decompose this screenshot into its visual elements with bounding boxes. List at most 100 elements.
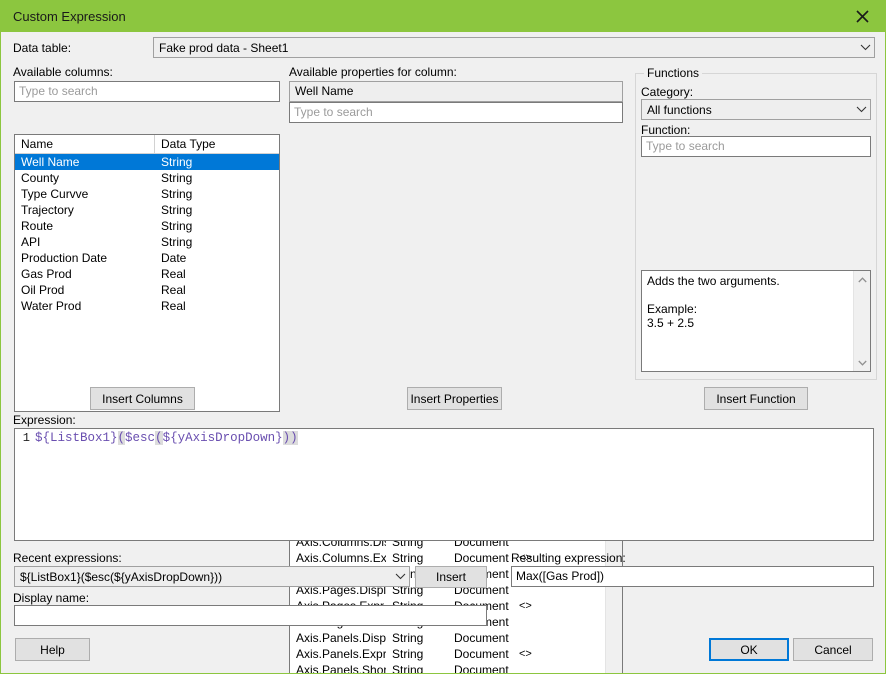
property-name-cell: Axis.Panels.Shor... — [296, 663, 386, 674]
title-bar: Custom Expression — [1, 0, 885, 32]
column-datatype-cell: String — [161, 187, 193, 201]
description-vertical-scrollbar[interactable] — [853, 271, 870, 371]
data-table-combo[interactable]: Fake prod data - Sheet1 — [153, 37, 875, 58]
category-value: All functions — [647, 102, 712, 117]
expression-segment: ( — [155, 431, 163, 445]
property-name-cell: Axis.Panels.Expr... — [296, 647, 386, 661]
expression-segment: ) — [290, 431, 298, 445]
available-columns-list[interactable]: Name Data Type Well Name String County Stri… — [14, 134, 280, 412]
column-name-cell: County — [21, 171, 60, 185]
columns-rows-container: Well Name String County String Type Curvve St… — [15, 154, 279, 314]
scroll-down-icon[interactable] — [854, 354, 871, 371]
table-row[interactable]: Water Prod Real — [15, 298, 279, 314]
column-name-cell: Type Curvve — [21, 187, 89, 201]
help-button[interactable]: Help — [15, 638, 90, 661]
close-glyph — [855, 9, 869, 23]
function-label: Function: — [641, 123, 691, 137]
property-value-cell — [513, 614, 605, 630]
column-name-cell: Route — [21, 219, 54, 233]
column-name-cell: Production Date — [21, 251, 108, 265]
category-label: Category: — [641, 85, 694, 99]
chevron-down-icon — [852, 100, 870, 119]
custom-expression-dialog: Custom Expression Data table: Fake prod … — [0, 0, 886, 674]
resulting-expression-label: Resulting expression: — [511, 551, 626, 565]
insert-properties-button[interactable]: Insert Properties — [407, 387, 502, 410]
expression-segment: $esc — [125, 431, 156, 445]
table-row[interactable]: Type Curvve String — [15, 186, 279, 202]
display-name-label: Display name: — [13, 591, 90, 605]
ok-button[interactable]: OK — [709, 638, 789, 661]
columns-header-name[interactable]: Name — [15, 135, 155, 153]
property-value-cell: <> — [519, 600, 532, 612]
table-row[interactable]: Route String — [15, 218, 279, 234]
property-value-cell — [513, 662, 605, 673]
scroll-up-icon[interactable] — [854, 271, 871, 288]
functions-group-label: Functions — [644, 66, 703, 80]
expression-editor[interactable]: 1 ${ListBox1}($esc(${yAxisDropDown})) — [14, 428, 874, 541]
property-scope-cell: Document — [454, 551, 509, 565]
column-datatype-cell: Date — [161, 251, 187, 265]
property-scope-cell: Document — [454, 663, 509, 674]
property-scope-cell: Document — [454, 647, 509, 661]
window-title: Custom Expression — [13, 8, 126, 24]
column-datatype-cell: Real — [161, 267, 186, 281]
table-row[interactable]: Trajectory String — [15, 202, 279, 218]
resulting-expression-value: Max([Gas Prod]) — [511, 566, 874, 587]
expression-segment: ( — [117, 431, 126, 445]
cancel-button[interactable]: Cancel — [793, 638, 873, 661]
table-row[interactable]: Well Name String — [15, 154, 279, 170]
column-datatype-cell: Real — [161, 299, 186, 313]
available-columns-label: Available columns: — [13, 65, 113, 79]
table-row[interactable]: Gas Prod Real — [15, 266, 279, 282]
column-name-cell: Well Name — [21, 155, 80, 169]
property-datatype-cell: String — [392, 647, 424, 661]
recent-expressions-label: Recent expressions: — [13, 551, 122, 565]
column-name-cell: Water Prod — [21, 299, 82, 313]
close-icon[interactable] — [839, 0, 885, 32]
category-combo[interactable]: All functions — [641, 99, 871, 120]
properties-column-value: Well Name — [289, 81, 623, 102]
chevron-down-icon — [856, 38, 874, 57]
recent-expressions-combo[interactable]: ${ListBox1}($esc(${yAxisDropDown})) — [14, 566, 410, 587]
column-datatype-cell: Real — [161, 283, 186, 297]
column-datatype-cell: String — [161, 235, 193, 249]
column-name-cell: Oil Prod — [21, 283, 65, 297]
column-datatype-cell: String — [161, 171, 193, 185]
insert-recent-expression-button[interactable]: Insert — [415, 566, 487, 588]
column-datatype-cell: String — [161, 203, 193, 217]
table-row[interactable]: Axis.Panels.Expr... String Document <> — [290, 646, 622, 662]
columns-search-input[interactable]: Type to search — [14, 81, 280, 102]
properties-search-input[interactable]: Type to search — [289, 102, 623, 123]
data-table-label: Data table: — [13, 41, 72, 55]
expression-segment: ${yAxisDropDown} — [162, 431, 283, 445]
insert-columns-button[interactable]: Insert Columns — [90, 387, 195, 410]
property-datatype-cell: String — [392, 631, 424, 645]
description-scroll-track[interactable] — [854, 288, 871, 354]
expression-text: ${ListBox1}($esc(${yAxisDropDown})) — [35, 431, 298, 445]
table-row[interactable]: API String — [15, 234, 279, 250]
display-name-input[interactable] — [14, 605, 487, 626]
function-description-text: Adds the two arguments. Example: 3.5 + 2… — [647, 274, 780, 330]
table-row[interactable]: Production Date Date — [15, 250, 279, 266]
property-value-cell — [513, 630, 605, 646]
function-search-input[interactable]: Type to search — [641, 136, 871, 157]
table-row[interactable]: Oil Prod Real — [15, 282, 279, 298]
property-datatype-cell: String — [392, 663, 424, 674]
property-scope-cell: Document — [454, 631, 509, 645]
property-datatype-cell: String — [392, 551, 424, 565]
table-row[interactable]: County String — [15, 170, 279, 186]
property-name-cell: Axis.Panels.Displ... — [296, 631, 386, 645]
columns-grid-header: Name Data Type — [15, 135, 279, 154]
columns-header-datatype[interactable]: Data Type — [155, 135, 279, 153]
available-properties-label: Available properties for column: — [289, 65, 457, 79]
table-row[interactable]: Axis.Panels.Displ... String Document — [290, 630, 622, 646]
column-datatype-cell: String — [161, 219, 193, 233]
insert-function-button[interactable]: Insert Function — [704, 387, 808, 410]
table-row[interactable]: Axis.Panels.Shor... String Document — [290, 662, 622, 674]
data-table-value: Fake prod data - Sheet1 — [159, 40, 289, 55]
column-name-cell: Gas Prod — [21, 267, 72, 281]
recent-expressions-value: ${ListBox1}($esc(${yAxisDropDown})) — [20, 569, 223, 584]
expression-segment: ) — [282, 431, 291, 445]
expression-label: Expression: — [13, 413, 76, 427]
column-name-cell: Trajectory — [21, 203, 74, 217]
